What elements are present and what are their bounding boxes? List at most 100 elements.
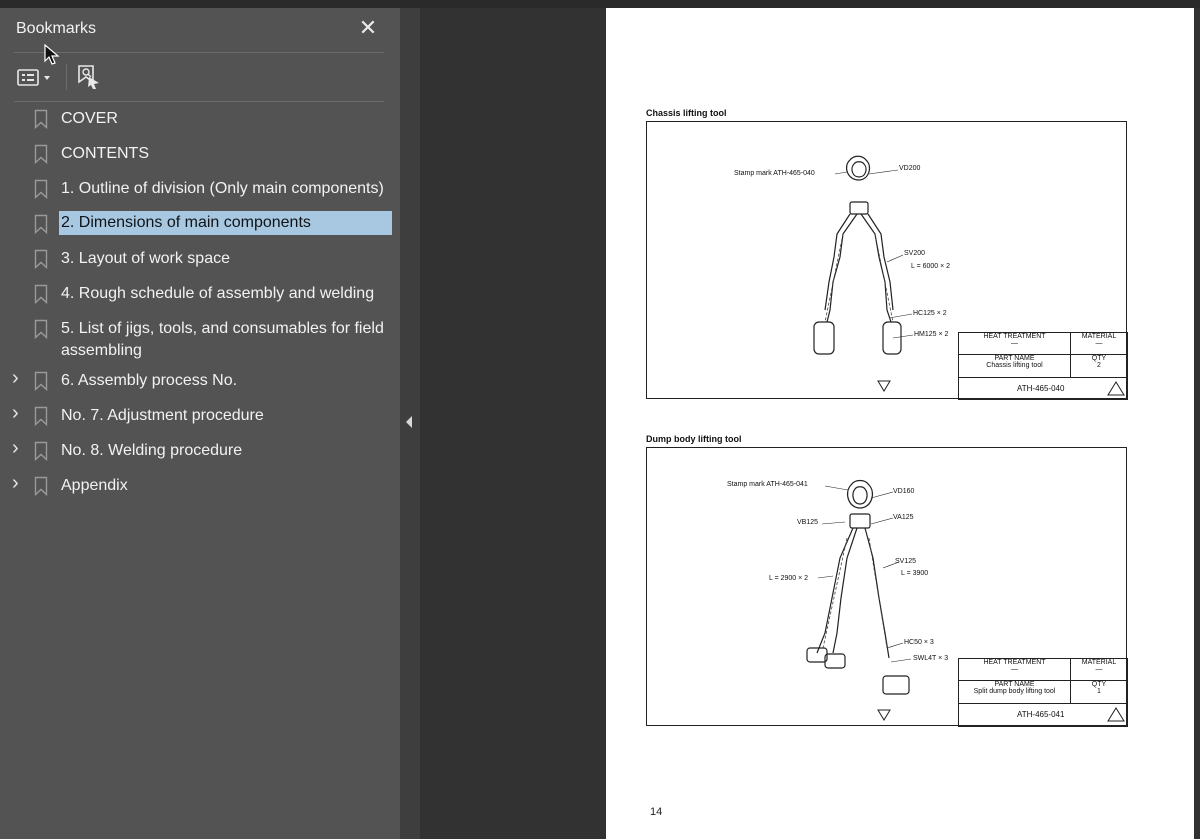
bookmarks-title: Bookmarks (16, 20, 97, 37)
stamp-label: Stamp mark ATH-465-041 (727, 481, 808, 488)
bookmark-item-5-list-of-jigs-tools-and-consumables-for-field-assembling[interactable]: 5. List of jigs, tools, and consumables … (0, 318, 400, 362)
sv-label: SV200 (904, 250, 926, 257)
vb-label: VB125 (797, 519, 819, 526)
qty-value: 2 (1097, 362, 1101, 369)
title-block: HEAT TREATMENT — MATERIAL — PART NAME Sp… (958, 658, 1128, 727)
collapse-arrow-icon (406, 416, 412, 428)
bookmark-icon (34, 179, 48, 199)
bookmark-label: No. 7. Adjustment procedure (61, 407, 264, 424)
bookmark-item-no-8-welding-procedure[interactable]: › No. 8. Welding procedure (0, 437, 400, 466)
bookmark-options-button[interactable] (16, 63, 56, 91)
page-number: 14 (650, 806, 663, 818)
drawing-code-cell: ATH-465-041 (958, 703, 1128, 727)
stamp-label: Stamp mark ATH-465-040 (734, 170, 815, 177)
chevron-right-icon[interactable]: › (12, 437, 26, 460)
bookmark-icon (34, 109, 48, 129)
bookmark-label: Appendix (61, 477, 128, 494)
find-current-bookmark-button[interactable] (76, 63, 102, 91)
heat-treatment-label: HEAT TREATMENT (983, 659, 1046, 666)
drawing-code-cell: ATH-465-040 (958, 377, 1128, 400)
heat-treatment-value: — (1011, 340, 1018, 347)
bookmark-label: 4. Rough schedule of assembly and weldin… (61, 285, 375, 302)
bookmark-icon (34, 144, 48, 164)
material-value: — (1095, 666, 1103, 673)
bookmarks-panel: Bookmarks ✕ COVER CONTENTS 1. Outline of d… (0, 8, 400, 839)
bookmark-item-4-rough-schedule-of-assembly-and-welding[interactable]: 4. Rough schedule of assembly and weldin… (0, 283, 400, 309)
vd-label: VD160 (893, 488, 915, 495)
bookmark-icon (34, 214, 48, 234)
bookmark-icon (34, 284, 48, 304)
find-bookmark-icon (78, 65, 99, 89)
heat-treatment-value: — (1011, 666, 1018, 673)
drawing-code: ATH-465-040 (1017, 384, 1065, 393)
material-value: — (1095, 340, 1103, 347)
bookmark-icon (34, 441, 48, 461)
hc-label: HC50 × 3 (904, 639, 934, 646)
divider (14, 101, 384, 102)
bookmark-icon (34, 476, 48, 496)
hm-label: HM125 × 2 (914, 331, 949, 338)
chevron-right-icon[interactable]: › (12, 472, 26, 495)
qty-value: 1 (1097, 688, 1101, 695)
length-label: L = 6000 × 2 (911, 263, 951, 270)
bookmark-label: CONTENTS (61, 145, 149, 162)
heat-treatment-cell: HEAT TREATMENT — (958, 332, 1071, 355)
viewer-right-edge (1194, 8, 1200, 839)
bookmark-item-1-outline-of-division-only-main-components[interactable]: 1. Outline of division (Only main compon… (0, 178, 400, 204)
chevron-right-icon[interactable]: › (12, 367, 26, 390)
bookmark-item-6-assembly-process-no[interactable]: › 6. Assembly process No. (0, 367, 400, 396)
bookmark-item-appendix[interactable]: › Appendix (0, 472, 400, 501)
length-left-label: L = 2900 × 2 (769, 575, 809, 582)
va-label: VA125 (893, 514, 914, 521)
material-cell: MATERIAL — (1070, 332, 1128, 355)
sv-label: SV125 (895, 558, 917, 565)
bookmark-icon (34, 319, 48, 339)
part-name-value: Chassis lifting tool (986, 362, 1043, 369)
bookmark-label: No. 8. Welding procedure (61, 442, 243, 459)
bookmark-icon (34, 249, 48, 269)
triangle-mark-icon (1107, 381, 1125, 396)
vd-label: VD200 (899, 165, 921, 172)
part-name-label: PART NAME (994, 355, 1035, 362)
material-cell: MATERIAL — (1070, 658, 1128, 681)
heat-treatment-cell: HEAT TREATMENT — (958, 658, 1071, 681)
part-name-cell: PART NAME Chassis lifting tool (958, 354, 1071, 378)
bookmark-label: 6. Assembly process No. (61, 372, 238, 389)
bookmark-item-no-7-adjustment-procedure[interactable]: › No. 7. Adjustment procedure (0, 402, 400, 431)
qty-cell: QTY 1 (1070, 680, 1128, 704)
bookmark-item-cover[interactable]: COVER (0, 108, 400, 134)
qty-cell: QTY 2 (1070, 354, 1128, 378)
part-name-value: Split dump body lifting tool (973, 688, 1056, 695)
bookmark-label: 3. Layout of work space (61, 250, 230, 267)
toolbar-separator (66, 64, 67, 90)
bookmark-icon (34, 406, 48, 426)
bookmark-item-contents[interactable]: CONTENTS (0, 143, 400, 169)
material-label: MATERIAL (1081, 659, 1117, 666)
figure-title: Chassis lifting tool (646, 108, 727, 118)
title-block: HEAT TREATMENT — MATERIAL — PART NAME Ch… (958, 332, 1128, 400)
length-right-label: L = 3900 (901, 570, 929, 577)
bookmark-icon (34, 371, 48, 391)
chevron-right-icon[interactable]: › (12, 402, 26, 425)
part-name-label: PART NAME (994, 681, 1035, 688)
divider (14, 52, 384, 53)
window-top-strip (0, 0, 1200, 8)
drawing-code: ATH-465-041 (1017, 710, 1065, 719)
mouse-cursor-icon (44, 44, 60, 65)
close-icon[interactable]: ✕ (356, 16, 380, 40)
collapse-sidebar-handle[interactable] (400, 8, 420, 839)
bookmark-label: COVER (61, 110, 118, 127)
dump-body-lifting-tool-figure: Stamp mark ATH-465-041 VD160 VB125 VA125… (646, 447, 1128, 727)
bookmark-label: 2. Dimensions of main components (59, 211, 392, 235)
chassis-lifting-tool-figure: Stamp mark ATH-465-040 VD200 SV200 L = 6… (646, 121, 1128, 400)
bookmark-label: 1. Outline of division (Only main compon… (61, 180, 384, 197)
bookmark-item-3-layout-of-work-space[interactable]: 3. Layout of work space (0, 248, 400, 274)
bookmark-label: 5. List of jigs, tools, and consumables … (61, 320, 384, 359)
triangle-mark-icon (1107, 707, 1125, 722)
list-options-icon (17, 69, 50, 86)
heat-treatment-label: HEAT TREATMENT (983, 333, 1046, 340)
figure-title: Dump body lifting tool (646, 434, 742, 444)
bookmark-item-2-dimensions-of-main-components[interactable]: 2. Dimensions of main components (0, 211, 400, 239)
hc-label: HC125 × 2 (913, 310, 947, 317)
qty-label: QTY (1091, 355, 1107, 362)
